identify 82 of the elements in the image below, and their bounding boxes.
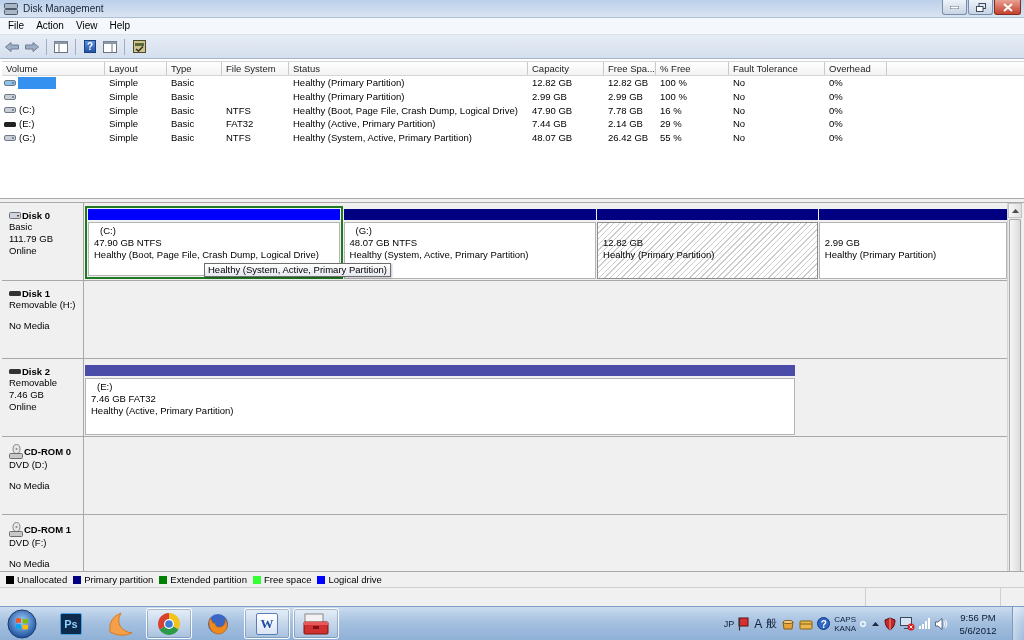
table-cell-text: Simple — [108, 89, 140, 104]
legend-label: Extended partition — [170, 574, 247, 585]
table-cell-text: 48.07 GB — [531, 131, 574, 145]
table-cell-text: Basic — [170, 103, 196, 118]
table-cell-text: 7.44 GB — [531, 117, 568, 132]
table-cell-text: No — [732, 103, 747, 118]
disk-status: No Media — [9, 558, 51, 570]
table-cell-text: NTFS — [225, 103, 252, 118]
table-cell-text: 0% — [828, 131, 844, 145]
table-cell-text: Basic — [170, 89, 196, 104]
partition-label: (C:) — [99, 225, 117, 237]
table-cell-text: Healthy (Boot, Page File, Crash Dump, Logical Drive) — [292, 103, 519, 118]
table-cell-text: No — [732, 89, 747, 104]
table-cell-text: Healthy (Primary Partition) — [292, 76, 406, 90]
disk-name: CD-ROM 1 — [24, 523, 71, 535]
disk-name: Disk 2 — [22, 365, 50, 377]
table-cell-text: FAT32 — [225, 117, 255, 132]
caps-indicator: CAPS — [834, 614, 856, 624]
partition-status: Healthy (System, Active, Primary Partition) — [349, 249, 530, 261]
window-title: Disk Management — [23, 3, 104, 14]
table-cell-text: Healthy (System, Active, Primary Partition) — [292, 131, 473, 145]
table-cell-text: Simple — [108, 76, 140, 90]
disk-status: No Media — [9, 320, 51, 332]
partition-label: (G:) — [354, 225, 373, 237]
table-cell-text: 0% — [828, 76, 844, 90]
table-cell-text: Simple — [108, 117, 140, 132]
partition-label: (E:) — [96, 381, 114, 393]
table-cell-text: 2.14 GB — [607, 117, 644, 132]
partition-size: 2.99 GB — [824, 237, 861, 249]
tooltip: Healthy (System, Active, Primary Partition) — [204, 263, 391, 277]
table-cell-text: Simple — [108, 131, 140, 145]
partition-status: Healthy (Primary Partition) — [603, 249, 716, 261]
table-cell-text: 100 % — [659, 89, 688, 104]
partition-status: Healthy (Active, Primary Partition) — [91, 405, 235, 417]
partition-size: 12.82 GB — [603, 237, 645, 249]
table-cell-text: NTFS — [225, 131, 252, 145]
table-cell-text: 12.82 GB — [607, 76, 650, 90]
table-cell-text: 29 % — [659, 117, 683, 132]
table-cell-text: Healthy (Primary Partition) — [292, 89, 406, 104]
kana-indicator: KANA — [834, 623, 856, 633]
disk-status: Online — [9, 245, 38, 257]
table-cell-text: 2.99 GB — [531, 89, 568, 104]
disk-capacity: 111.79 GB — [9, 233, 54, 245]
partition-size: 48.07 GB NTFS — [349, 237, 419, 249]
disk-status: No Media — [9, 480, 51, 492]
legend-label: Logical drive — [328, 574, 382, 585]
legend-label: Unallocated — [17, 574, 68, 585]
table-cell-text: Basic — [170, 131, 196, 145]
table-cell-text: 55 % — [659, 131, 683, 145]
table-cell-text: 100 % — [659, 76, 688, 90]
disk-type: DVD (F:) — [9, 537, 48, 549]
partition-status: Healthy (Primary Partition) — [824, 249, 938, 261]
table-cell-text: 0% — [828, 117, 844, 132]
partition-size: 47.90 GB NTFS — [94, 237, 163, 249]
disk-type: Basic — [9, 221, 34, 233]
table-cell-text: 16 % — [659, 103, 683, 118]
table-cell-text: No — [732, 76, 747, 90]
table-cell-text: 2.99 GB — [607, 89, 644, 104]
table-cell-text: 47.90 GB — [531, 103, 574, 118]
table-cell-text: Healthy (Active, Primary Partition) — [292, 117, 437, 132]
table-cell-text: Basic — [170, 76, 196, 90]
partition-status: Healthy (Boot, Page File, Crash Dump, Logical Drive) — [94, 249, 320, 261]
disk-status: Online — [9, 401, 38, 413]
table-cell-text: No — [732, 117, 747, 132]
table-cell-text: 0% — [828, 103, 844, 118]
disk-name: Disk 1 — [22, 287, 50, 299]
disk-type: Removable (H:) — [9, 299, 77, 311]
partition-size: 7.46 GB FAT32 — [91, 393, 157, 405]
disk-name: CD-ROM 0 — [24, 445, 71, 457]
table-cell-text: Simple — [108, 103, 140, 118]
legend-label: Free space — [263, 574, 312, 585]
disk-type: DVD (D:) — [9, 459, 49, 471]
table-cell-text: 7.78 GB — [607, 103, 644, 118]
legend-label: Primary partition — [84, 574, 154, 585]
table-cell-text: No — [732, 131, 747, 145]
table-cell-text: 12.82 GB — [531, 76, 574, 90]
disk-capacity: 7.46 GB — [9, 389, 45, 401]
table-cell-text: Basic — [170, 117, 196, 132]
table-cell-text: 26.42 GB — [607, 131, 650, 145]
table-cell-text: 0% — [828, 89, 844, 104]
disk-type: Removable — [9, 377, 59, 389]
disk-name: Disk 0 — [22, 209, 50, 221]
